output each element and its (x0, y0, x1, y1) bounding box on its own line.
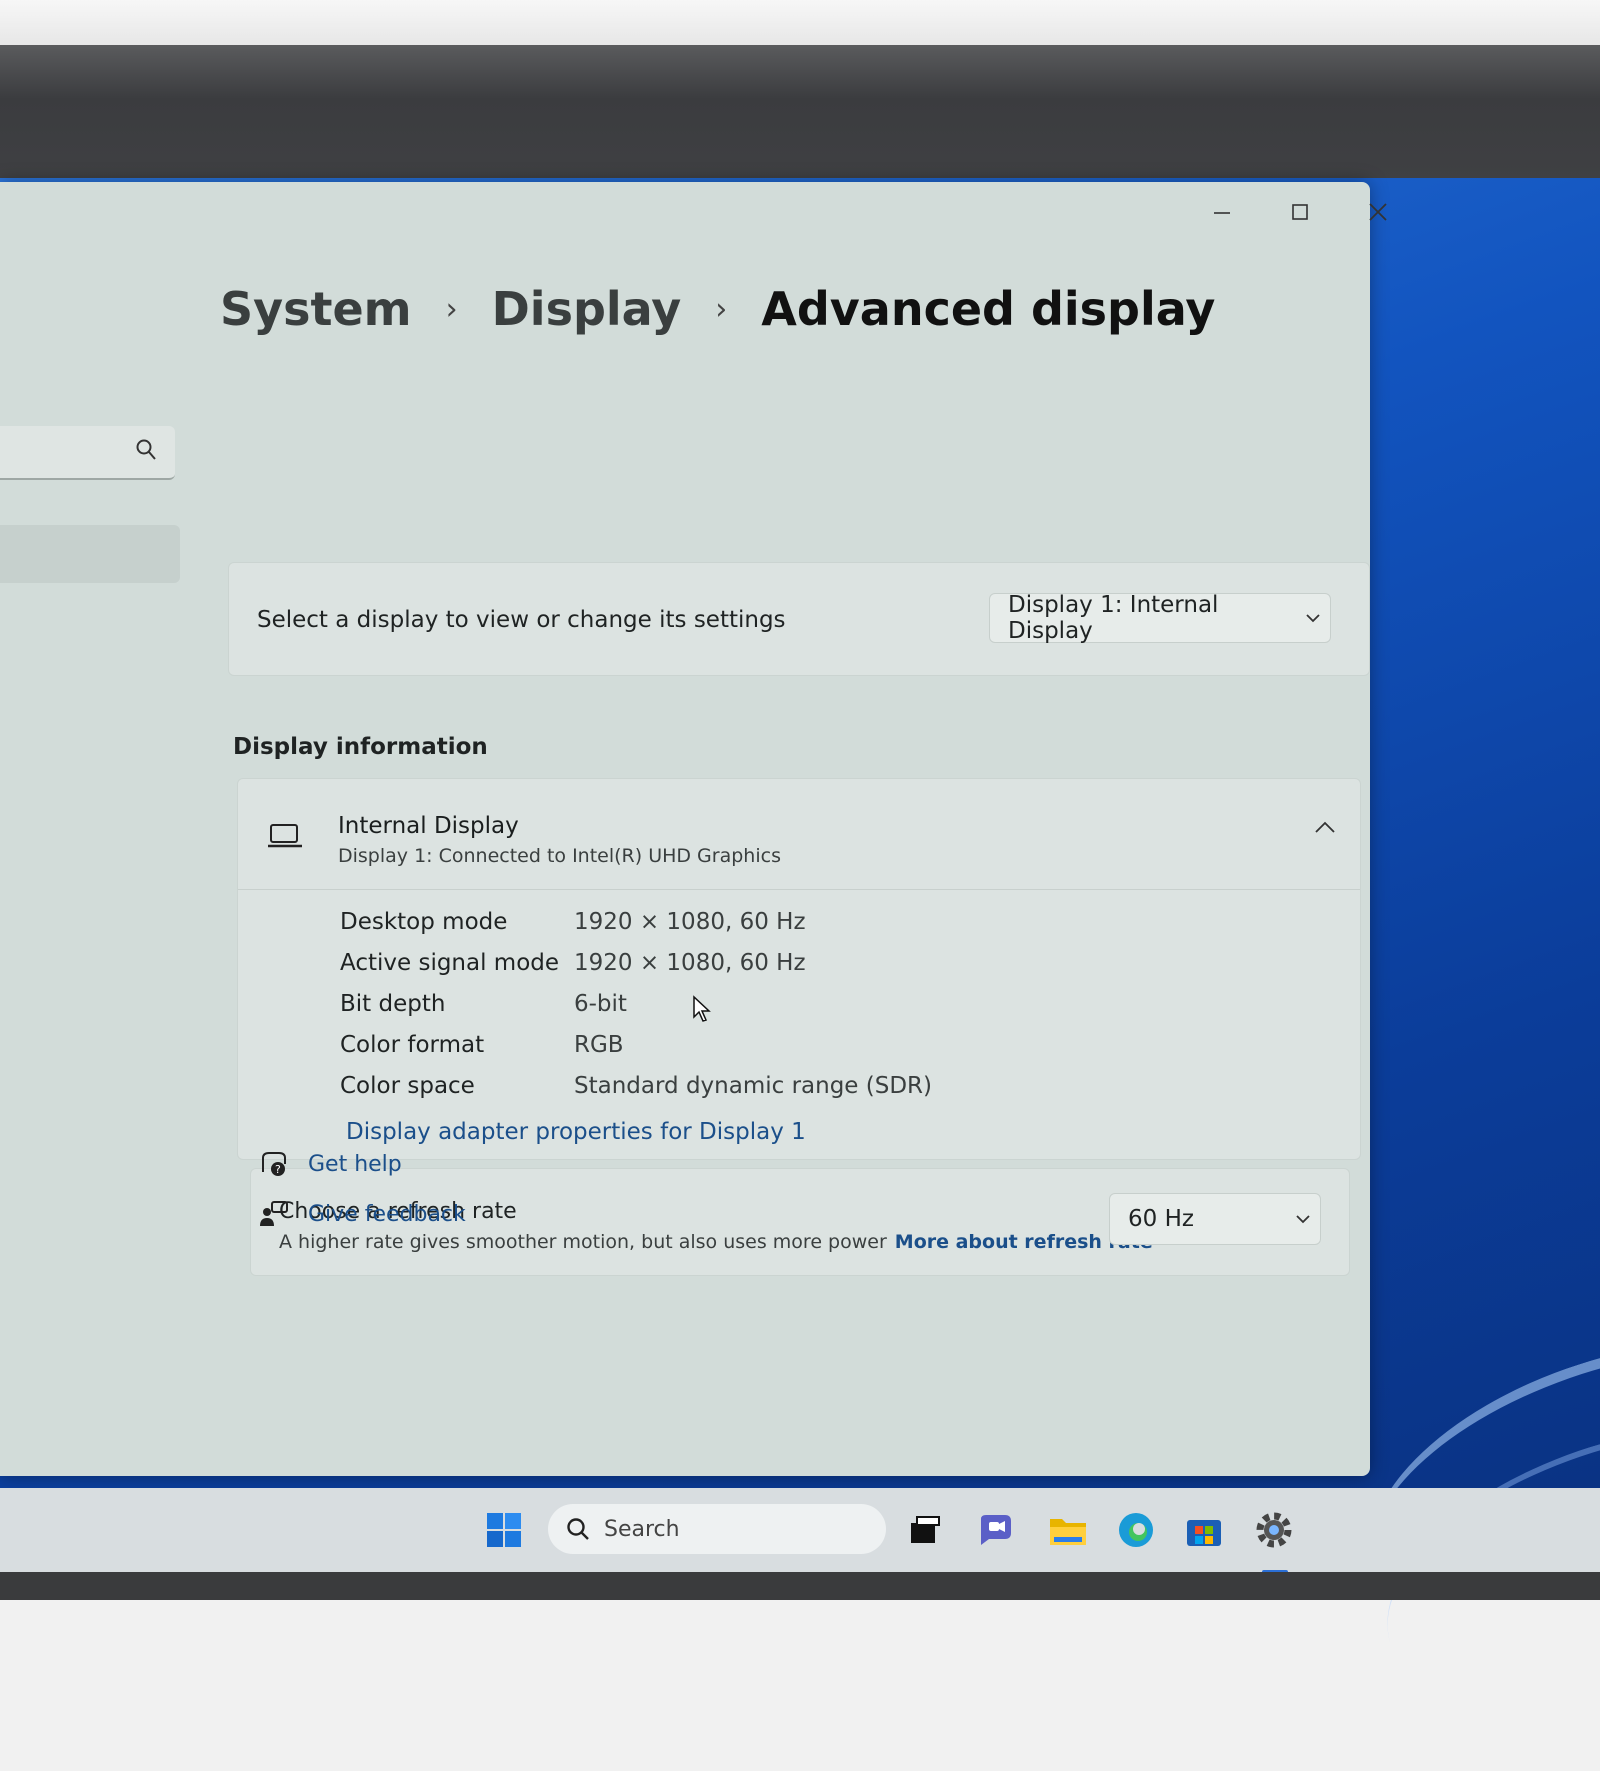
prop-label-bit-depth: Bit depth (340, 991, 446, 1017)
prop-value-bit-depth: 6-bit (574, 991, 627, 1017)
device-name: Internal Display (338, 813, 519, 839)
search-icon (566, 1517, 590, 1541)
taskbar-search-placeholder: Search (604, 1516, 680, 1542)
display-dropdown[interactable]: Display 1: Internal Display (989, 592, 1331, 644)
chevron-up-icon[interactable] (1314, 819, 1336, 838)
minimize-icon (1214, 212, 1230, 214)
section-title-display-information: Display information (233, 734, 488, 760)
chevron-down-icon (1296, 613, 1330, 623)
chevron-down-icon (1286, 1214, 1320, 1224)
maximize-button[interactable] (1280, 196, 1320, 228)
task-view-icon (911, 1516, 940, 1543)
refresh-rate-description: A higher rate gives smoother motion, but… (279, 1231, 1153, 1253)
svg-text:?: ? (275, 1163, 281, 1176)
prop-value-active-signal-mode: 1920 × 1080, 60 Hz (574, 950, 806, 976)
search-icon (135, 438, 157, 466)
prop-label-desktop-mode: Desktop mode (340, 909, 508, 935)
monitor-bezel-bottom (0, 1572, 1600, 1600)
display-adapter-properties-link[interactable]: Display adapter properties for Display 1 (346, 1119, 806, 1145)
chat-button[interactable] (968, 1502, 1024, 1558)
chevron-right-icon: › (445, 291, 458, 327)
task-view-button[interactable] (896, 1502, 952, 1558)
taskbar: Search (0, 1488, 1600, 1572)
file-explorer-button[interactable] (1040, 1502, 1096, 1558)
edge-browser-button[interactable] (1108, 1502, 1164, 1558)
close-button[interactable] (1358, 196, 1398, 228)
chat-icon (981, 1515, 1011, 1545)
prop-label-active-signal-mode: Active signal mode (340, 950, 560, 976)
store-icon (1187, 1520, 1221, 1546)
edge-icon (1119, 1513, 1153, 1547)
sidebar-search-input[interactable] (0, 426, 175, 480)
windows-logo-icon (487, 1513, 521, 1547)
prop-label-color-space: Color space (340, 1073, 475, 1099)
background-top (0, 0, 1600, 45)
gear-icon (1256, 1512, 1292, 1548)
prop-label-color-format: Color format (340, 1032, 485, 1058)
monitor-bezel-top (0, 45, 1600, 180)
prop-value-color-format: RGB (574, 1032, 624, 1058)
feedback-icon (254, 1198, 294, 1230)
get-help-link[interactable]: ? Get help (254, 1148, 402, 1180)
microsoft-store-button[interactable] (1176, 1502, 1232, 1558)
close-icon (1369, 203, 1387, 221)
sidebar-item-selected[interactable] (0, 525, 180, 583)
prop-value-desktop-mode: 1920 × 1080, 60 Hz (574, 909, 806, 935)
display-select-label: Select a display to view or change its s… (257, 607, 786, 633)
folder-icon (1050, 1519, 1086, 1545)
give-feedback-link[interactable]: Give feedback (254, 1198, 466, 1230)
taskbar-search-box[interactable]: Search (548, 1504, 886, 1554)
laptop-icon (268, 823, 302, 853)
breadcrumb: System › Display › Advanced display (220, 282, 1215, 336)
display-info-card: Internal Display Display 1: Connected to… (237, 778, 1361, 1160)
help-icon: ? (254, 1148, 294, 1180)
maximize-icon (1292, 204, 1308, 220)
display-select-card: Select a display to view or change its s… (228, 562, 1370, 676)
get-help-label: Get help (308, 1151, 402, 1177)
refresh-rate-description-text: A higher rate gives smoother motion, but… (279, 1231, 887, 1253)
settings-window: System › Display › Advanced display Sele… (0, 182, 1387, 1476)
refresh-rate-value: 60 Hz (1128, 1206, 1194, 1232)
prop-value-color-space: Standard dynamic range (SDR) (574, 1073, 933, 1099)
display-info-header[interactable]: Internal Display Display 1: Connected to… (238, 779, 1360, 890)
chevron-right-icon: › (715, 291, 728, 327)
settings-button[interactable] (1246, 1502, 1302, 1558)
start-button[interactable] (476, 1502, 532, 1558)
display-dropdown-value: Display 1: Internal Display (1008, 592, 1219, 644)
mouse-cursor-icon (692, 995, 712, 1027)
breadcrumb-display[interactable]: Display (492, 282, 682, 336)
page-title: Advanced display (761, 282, 1216, 336)
minimize-button[interactable] (1202, 196, 1242, 228)
give-feedback-label: Give feedback (308, 1201, 466, 1227)
refresh-rate-dropdown[interactable]: 60 Hz (1109, 1193, 1321, 1245)
device-subtitle: Display 1: Connected to Intel(R) UHD Gra… (338, 845, 781, 867)
breadcrumb-system[interactable]: System (220, 282, 412, 336)
